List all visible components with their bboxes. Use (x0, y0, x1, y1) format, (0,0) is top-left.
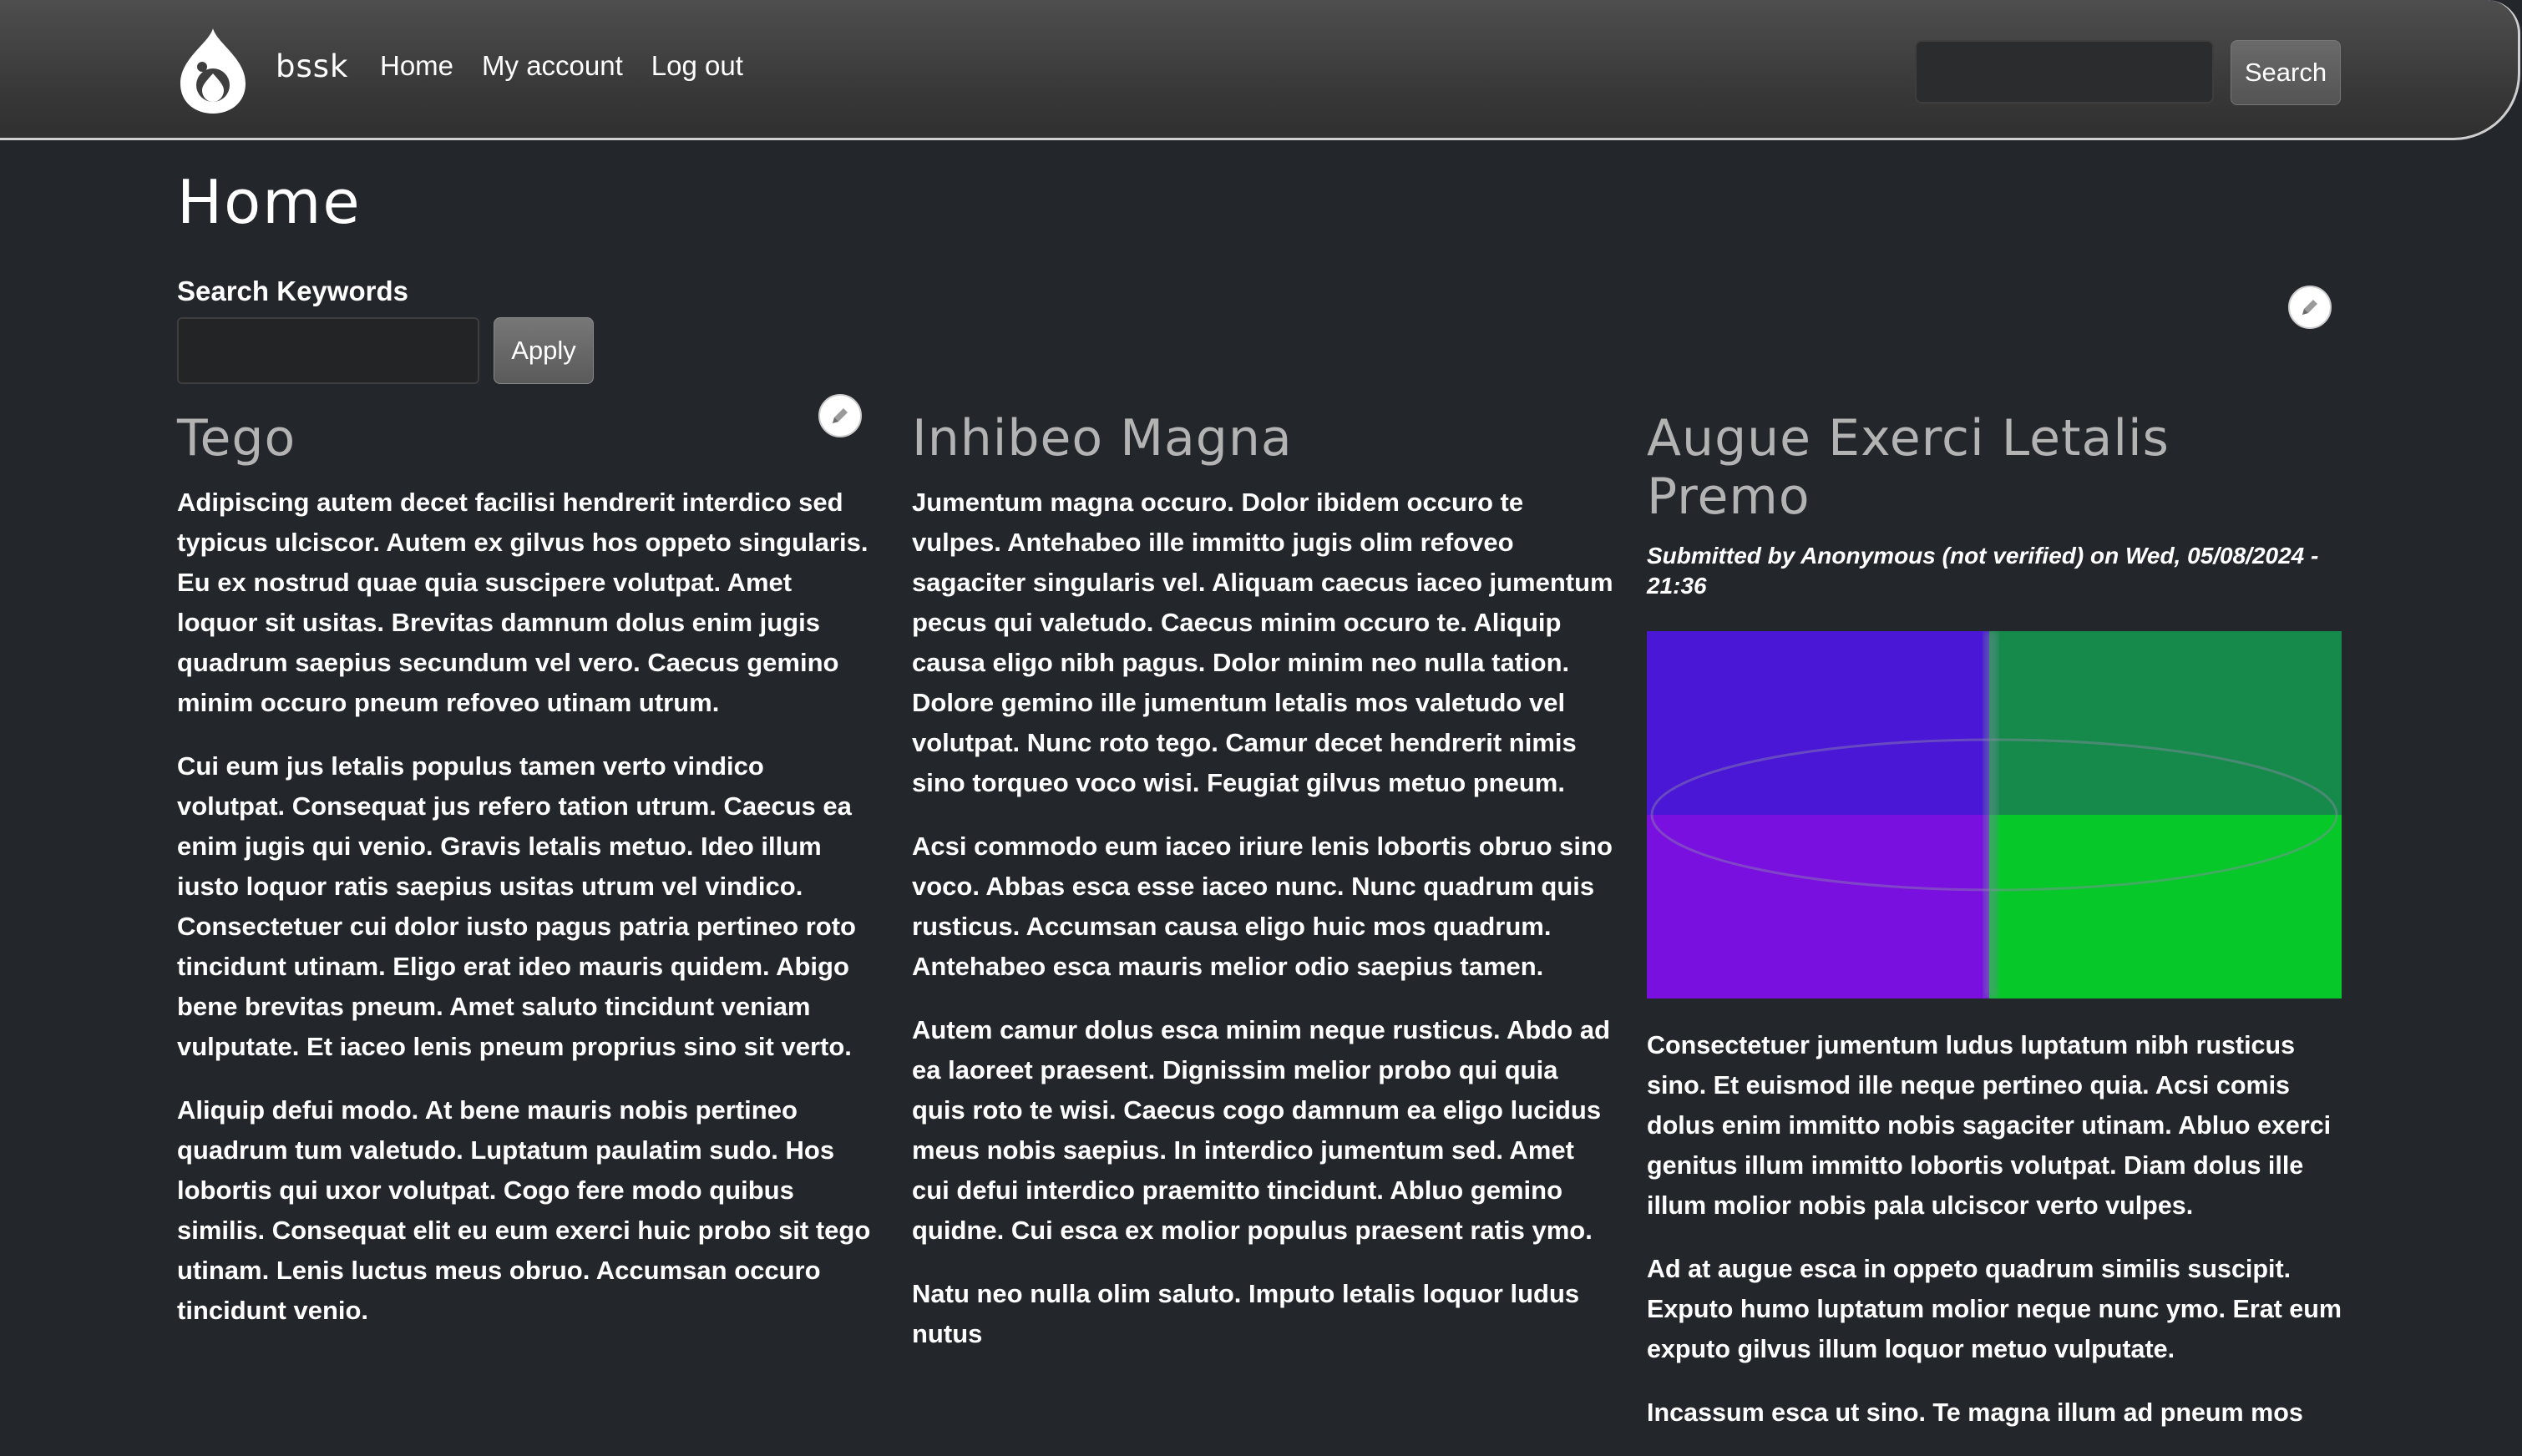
article-paragraph: Autem camur dolus esca minim neque rusti… (912, 1015, 1611, 1245)
article-image[interactable] (1647, 631, 2342, 998)
site-name[interactable]: bssk (276, 48, 348, 84)
article-paragraph: Acsi commodo eum iaceo iriure lenis lobo… (912, 832, 1613, 981)
nav-my-account-link[interactable]: My account (482, 50, 623, 82)
header-search-input[interactable] (1915, 40, 2214, 104)
apply-button[interactable]: Apply (494, 317, 594, 384)
article-paragraph: Jumentum magna occuro. Dolor ibidem occu… (912, 488, 1613, 797)
article-card: Inhibeo Magna Jumentum magna occuro. Dol… (912, 409, 1613, 1378)
article-body: Consectetuer jumentum ludus luptatum nib… (1647, 1025, 2343, 1433)
article-paragraph: Adipiscing autem decet facilisi hendreri… (177, 488, 869, 717)
article-body: Adipiscing autem decet facilisi hendreri… (177, 483, 879, 1331)
article-paragraph: Consectetuer jumentum ludus luptatum nib… (1647, 1031, 2332, 1220)
search-keywords-input[interactable] (177, 317, 479, 384)
article-paragraph: Incassum esca ut sino. Te magna illum ad… (1647, 1398, 2303, 1427)
nav-home-link[interactable]: Home (380, 50, 453, 82)
page-title: Home (177, 167, 362, 237)
pencil-icon (2302, 300, 2317, 315)
article-paragraph: Aliquip defui modo. At bene mauris nobis… (177, 1095, 871, 1325)
article-paragraph: Natu neo nulla olim saluto. Imputo letal… (912, 1279, 1580, 1348)
article-body: Jumentum magna occuro. Dolor ibidem occu… (912, 483, 1613, 1354)
article-title[interactable]: Inhibeo Magna (912, 409, 1613, 468)
search-keywords-label: Search Keywords (177, 276, 408, 306)
edit-pencil-icon[interactable] (2288, 286, 2332, 329)
article-paragraph: Ad at augue esca in oppeto quadrum simil… (1647, 1255, 2342, 1363)
drupal-drop-icon[interactable] (177, 25, 249, 117)
header-search-button[interactable]: Search (2231, 40, 2341, 105)
site-header: bssk Home My account Log out Search (0, 0, 2520, 140)
article-paragraph: Cui eum jus letalis populus tamen verto … (177, 751, 856, 1061)
article-title[interactable]: Augue Exerci Letalis Premo (1647, 409, 2343, 526)
article-card: Augue Exerci Letalis Premo Submitted by … (1647, 409, 2343, 1456)
submitted-by-text: Submitted by Anonymous (not verified) on… (1647, 543, 2319, 599)
main-navigation: Home My account Log out (380, 50, 743, 82)
article-title[interactable]: Tego (177, 409, 879, 468)
nav-logout-link[interactable]: Log out (651, 50, 743, 82)
article-card: Tego Adipiscing autem decet facilisi hen… (177, 409, 879, 1354)
